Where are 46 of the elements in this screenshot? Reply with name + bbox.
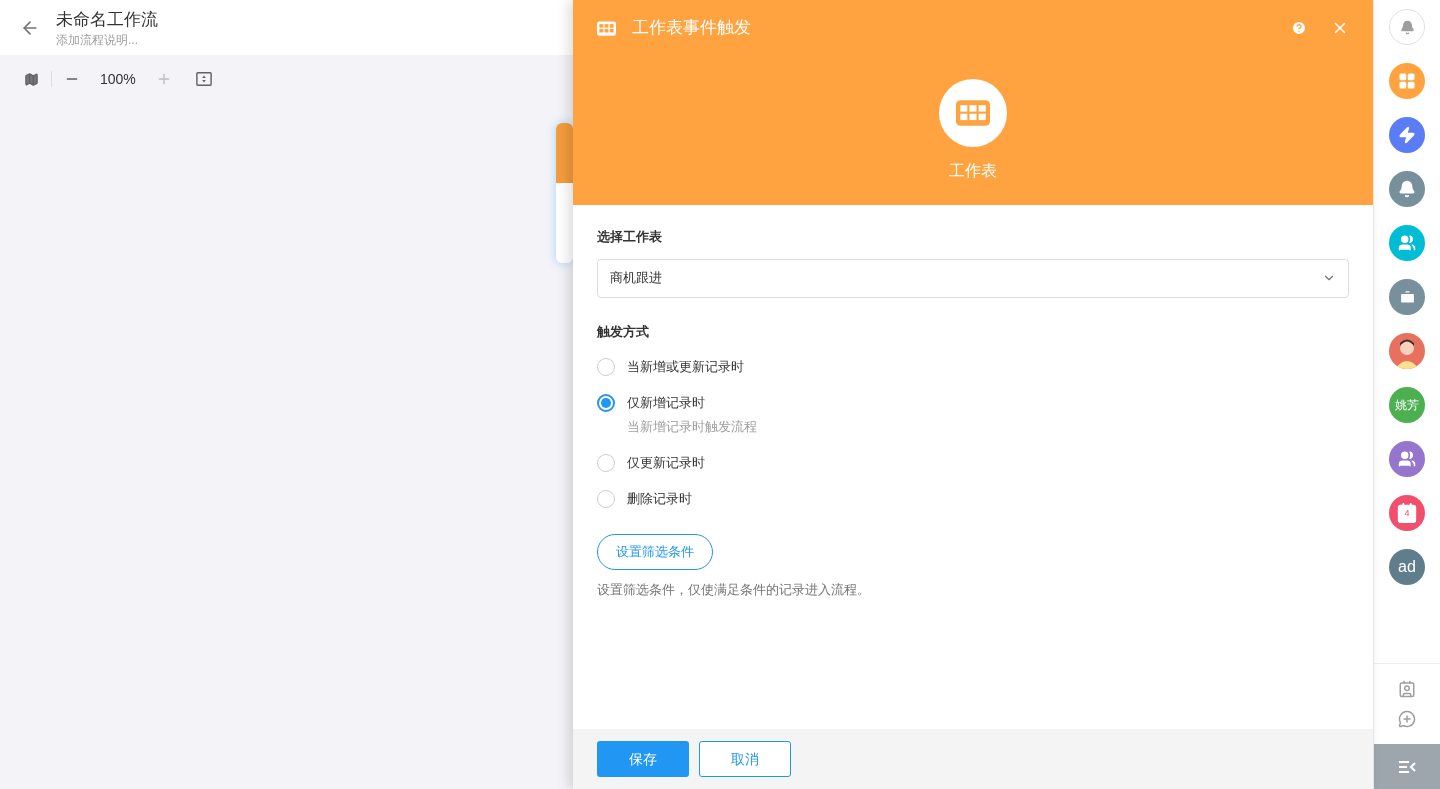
app-button[interactable] — [1389, 279, 1425, 315]
calendar-button[interactable]: 4 — [1389, 495, 1425, 531]
radio-option[interactable]: 仅更新记录时 — [597, 444, 705, 481]
contact-avatar[interactable]: ad — [1389, 549, 1425, 585]
grid-icon — [1398, 72, 1416, 90]
avatar[interactable] — [1389, 333, 1425, 369]
app-button[interactable] — [1389, 117, 1425, 153]
cancel-button[interactable]: 取消 — [699, 741, 791, 777]
trigger-node-card[interactable] — [556, 123, 573, 263]
collapse-button[interactable] — [1374, 744, 1440, 789]
contacts-icon[interactable] — [1398, 680, 1416, 698]
group-button[interactable] — [1389, 225, 1425, 261]
help-icon[interactable] — [1291, 20, 1307, 36]
zoom-level: 100% — [99, 70, 137, 89]
bell-icon — [1398, 180, 1416, 198]
map-icon[interactable] — [24, 71, 39, 87]
radio-button[interactable] — [597, 394, 615, 412]
briefcase-icon — [1398, 288, 1416, 306]
chat-icon[interactable] — [1398, 710, 1416, 728]
app-button[interactable] — [1389, 171, 1425, 207]
lightning-icon — [1398, 126, 1416, 144]
option-hint: 当新增记录时触发流程 — [627, 418, 758, 436]
radio-option[interactable]: 仅新增记录时 — [597, 385, 705, 421]
panel-title: 工作表事件触发 — [632, 17, 752, 40]
collapse-icon — [1398, 759, 1416, 774]
description-field[interactable]: 添加流程说明... — [56, 31, 158, 48]
notification-button[interactable] — [1389, 9, 1425, 45]
save-button[interactable]: 保存 — [597, 741, 689, 777]
people-icon — [1398, 450, 1416, 468]
field-label: 触发方式 — [597, 322, 650, 341]
fit-screen-icon[interactable] — [195, 71, 212, 87]
filter-hint: 设置筛选条件，仅使满足条件的记录进入流程。 — [597, 580, 871, 599]
group-button[interactable] — [1389, 441, 1425, 477]
contact-avatar[interactable]: 姚芳 — [1389, 387, 1425, 423]
field-label: 选择工作表 — [597, 228, 663, 246]
node-label: 工作表 — [949, 161, 997, 181]
table-icon — [956, 100, 990, 126]
people-icon — [1398, 234, 1416, 252]
calendar-icon — [1396, 502, 1418, 524]
worksheet-select[interactable]: 商机跟进 — [597, 258, 1349, 298]
app-button[interactable] — [1389, 63, 1425, 99]
workflow-title[interactable]: 未命名工作流 — [56, 7, 158, 32]
radio-option[interactable]: 当新增或更新记录时 — [597, 349, 744, 385]
table-icon — [597, 20, 616, 36]
bell-icon — [1399, 19, 1415, 35]
radio-option[interactable]: 删除记录时 — [597, 480, 692, 517]
